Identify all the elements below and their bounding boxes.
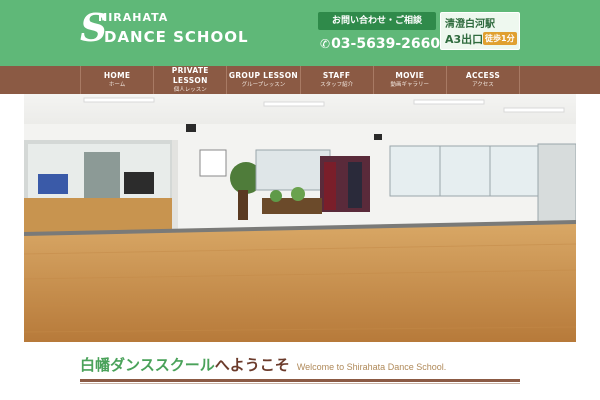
studio-illustration: [24, 94, 576, 342]
nav-item-staff[interactable]: STAFF スタッフ紹介: [299, 66, 373, 94]
contact-button[interactable]: お問い合わせ・ご相談: [318, 12, 436, 30]
site-header: S HIRAHATA DANCE SCHOOL お問い合わせ・ご相談 ✆03-5…: [0, 0, 600, 66]
nav-sublabel: アクセス: [472, 82, 494, 88]
nav-sublabel: 個人レッスン: [173, 87, 207, 93]
nav-label: ACCESS: [465, 71, 501, 80]
station-walk-badge: 徒歩1分: [483, 32, 517, 45]
welcome-heading: 白幡ダンススクールへようこそ Welcome to Shirahata Danc…: [80, 354, 520, 380]
welcome-english: Welcome to Shirahata Dance School.: [296, 362, 447, 372]
nav-list: HOME ホーム PRIVATE LESSON 個人レッスン GROUP LES…: [80, 66, 521, 94]
nav-item-group-lesson[interactable]: GROUP LESSON グループレッスン: [226, 66, 299, 94]
divider: [80, 379, 520, 382]
site-logo[interactable]: S HIRAHATA DANCE SCHOOL: [80, 6, 250, 50]
station-exit: A3出口: [445, 33, 484, 46]
welcome-suffix: へようこそ: [214, 356, 290, 374]
station-info: 清澄白河駅 A3出口 徒歩1分: [440, 12, 520, 50]
phone-icon: ✆: [320, 37, 331, 51]
hero-studio-photo: [24, 94, 576, 342]
nav-sublabel: グループレッスン: [241, 82, 286, 88]
nav-item-movie[interactable]: MOVIE 動画ギャラリー: [372, 66, 446, 94]
nav-sublabel: 動画ギャラリー: [390, 82, 430, 88]
nav-item-home[interactable]: HOME ホーム: [80, 66, 153, 94]
main-nav: HOME ホーム PRIVATE LESSON 個人レッスン GROUP LES…: [0, 66, 600, 94]
nav-sublabel: ホーム: [108, 82, 126, 88]
phone-text: 03-5639-2660: [331, 36, 441, 52]
logo-line2: DANCE SCHOOL: [104, 28, 249, 46]
welcome-school-name: 白幡ダンススクール: [80, 356, 215, 374]
nav-label: GROUP LESSON: [228, 71, 298, 80]
nav-label: HOME: [103, 71, 131, 80]
nav-item-private-lesson[interactable]: PRIVATE LESSON 個人レッスン: [153, 66, 226, 94]
nav-label: PRIVATE LESSON: [171, 66, 209, 85]
nav-sublabel: スタッフ紹介: [320, 82, 354, 88]
nav-label: MOVIE: [395, 71, 425, 80]
nav-label: STAFF: [322, 71, 351, 80]
divider: [80, 383, 520, 384]
station-name: 清澄白河駅: [445, 19, 495, 30]
phone-number[interactable]: ✆03-5639-2660: [320, 34, 441, 54]
logo-line1: HIRAHATA: [98, 11, 169, 24]
nav-item-access[interactable]: ACCESS アクセス: [445, 66, 521, 94]
